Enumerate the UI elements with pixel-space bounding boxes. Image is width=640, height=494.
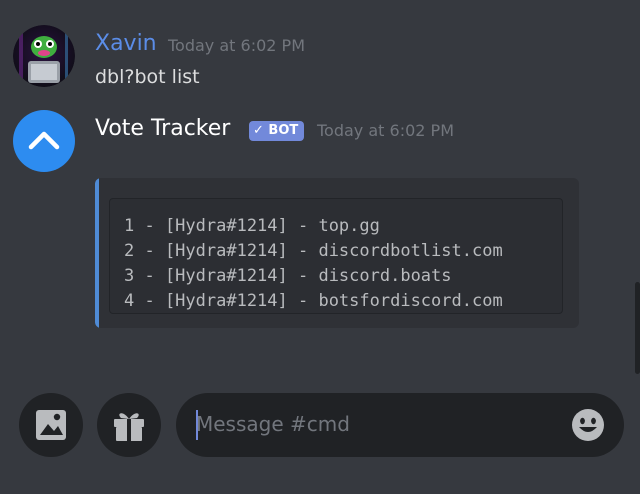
message-input-placeholder: Message #cmd <box>196 412 350 436</box>
code-line: 1 - [Hydra#1214] - top.gg <box>124 216 380 236</box>
embed: 1 - [Hydra#1214] - top.gg 2 - [Hydra#121… <box>95 178 579 328</box>
message-author[interactable]: Xavin <box>95 31 157 57</box>
gift-icon <box>114 413 144 441</box>
code-line: 2 - [Hydra#1214] - discordbotlist.com <box>124 241 503 261</box>
message-input[interactable]: Message #cmd <box>176 393 624 457</box>
message-content: dbl?bot list <box>95 66 200 88</box>
scrollbar[interactable] <box>635 282 640 374</box>
code-line: 3 - [Hydra#1214] - discord.boats <box>124 266 452 286</box>
code-line: 4 - [Hydra#1214] - botsfordiscord.com <box>124 291 503 311</box>
avatar-vote-tracker[interactable] <box>13 110 75 172</box>
embed-accent-bar <box>95 178 99 328</box>
gift-button[interactable] <box>97 393 161 457</box>
avatar-xavin[interactable] <box>13 25 75 87</box>
emoji-button[interactable] <box>570 407 606 443</box>
image-upload-button[interactable] <box>19 393 83 457</box>
message-author[interactable]: Vote Tracker <box>95 116 230 142</box>
chevron-up-icon <box>28 131 60 150</box>
bot-badge: ✓ BOT <box>249 121 305 141</box>
emoji-icon <box>572 409 604 441</box>
message-timestamp: Today at 6:02 PM <box>317 121 454 140</box>
message-timestamp: Today at 6:02 PM <box>168 36 305 55</box>
code-block: 1 - [Hydra#1214] - top.gg 2 - [Hydra#121… <box>109 198 563 314</box>
image-icon <box>36 410 66 440</box>
